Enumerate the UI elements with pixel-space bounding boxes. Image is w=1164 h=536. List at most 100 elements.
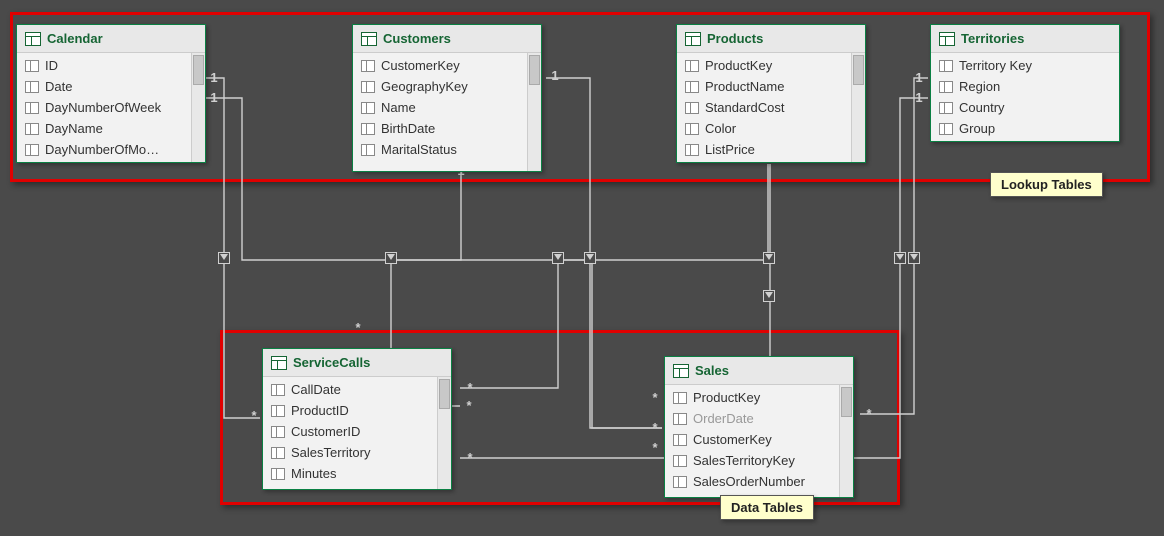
column-icon (361, 123, 375, 135)
field-item[interactable]: ProductKey (665, 387, 839, 408)
field-list: CallDate ProductID CustomerID SalesTerri… (263, 377, 437, 489)
field-item[interactable]: ProductID (263, 400, 437, 421)
scrollbar[interactable] (851, 53, 865, 162)
table-header[interactable]: Territories (931, 25, 1119, 53)
column-icon (361, 144, 375, 156)
table-icon (25, 32, 41, 46)
field-item[interactable]: CallDate (263, 379, 437, 400)
scrollbar[interactable] (191, 53, 205, 162)
cardinality-one: 1 (912, 90, 926, 105)
scroll-thumb[interactable] (193, 55, 204, 85)
field-item[interactable]: DayNumberOfMo… (17, 139, 191, 160)
filter-direction-icon (894, 252, 906, 264)
column-icon (939, 102, 953, 114)
data-tables-label: Data Tables (720, 495, 814, 520)
table-icon (673, 364, 689, 378)
field-item[interactable]: CustomerID (263, 421, 437, 442)
field-item-inactive[interactable]: OrderDate (665, 408, 839, 429)
field-item[interactable]: StandardCost (677, 97, 851, 118)
filter-direction-icon (763, 290, 775, 302)
field-item[interactable]: CustomerKey (665, 429, 839, 450)
scroll-thumb[interactable] (439, 379, 450, 409)
scroll-thumb[interactable] (853, 55, 864, 85)
field-item[interactable]: SalesOrderNumber (665, 471, 839, 492)
cardinality-one: 1 (207, 70, 221, 85)
column-icon (673, 434, 687, 446)
field-item[interactable]: Date (17, 76, 191, 97)
field-item[interactable]: ProductKey (677, 55, 851, 76)
table-header[interactable]: Customers (353, 25, 541, 53)
column-icon (25, 81, 39, 93)
field-item[interactable]: ListPrice (677, 139, 851, 160)
column-icon (673, 413, 687, 425)
field-item[interactable]: DayNumberOfWeek (17, 97, 191, 118)
column-icon (685, 144, 699, 156)
scroll-thumb[interactable] (841, 387, 852, 417)
column-icon (685, 102, 699, 114)
table-territories[interactable]: Territories Territory Key Region Country… (930, 24, 1120, 142)
filter-direction-icon (908, 252, 920, 264)
scrollbar[interactable] (437, 377, 451, 489)
table-header[interactable]: Sales (665, 357, 853, 385)
field-item[interactable]: Region (931, 76, 1119, 97)
filter-direction-icon (584, 252, 596, 264)
field-item[interactable]: Name (353, 97, 527, 118)
field-list: Territory Key Region Country Group (931, 53, 1119, 141)
table-sales[interactable]: Sales ProductKey OrderDate CustomerKey S… (664, 356, 854, 498)
table-title: Sales (695, 363, 729, 378)
field-item[interactable]: Territory Key (931, 55, 1119, 76)
table-title: Calendar (47, 31, 103, 46)
cardinality-many: * (648, 440, 662, 455)
column-icon (25, 144, 39, 156)
field-item[interactable]: SalesTerritoryKey (665, 450, 839, 471)
field-item[interactable]: BirthDate (353, 118, 527, 139)
table-products[interactable]: Products ProductKey ProductName Standard… (676, 24, 866, 163)
model-canvas[interactable]: 1 1 1 1 1 1 * * * * * * * * * Calendar I… (0, 0, 1164, 536)
field-item[interactable]: Minutes (263, 463, 437, 484)
field-list: CustomerKey GeographyKey Name BirthDate … (353, 53, 527, 171)
filter-direction-icon (552, 252, 564, 264)
column-icon (271, 405, 285, 417)
field-item[interactable]: CustomerKey (353, 55, 527, 76)
scrollbar[interactable] (839, 385, 853, 497)
table-title: Territories (961, 31, 1024, 46)
cardinality-many: * (462, 398, 476, 413)
cardinality-many: * (648, 390, 662, 405)
field-item[interactable]: ID (17, 55, 191, 76)
filter-direction-icon (385, 252, 397, 264)
cardinality-many: * (648, 420, 662, 435)
scroll-thumb[interactable] (529, 55, 540, 85)
column-icon (271, 447, 285, 459)
column-icon (271, 468, 285, 480)
scrollbar[interactable] (527, 53, 541, 171)
table-header[interactable]: Calendar (17, 25, 205, 53)
column-icon (939, 60, 953, 72)
table-header[interactable]: Products (677, 25, 865, 53)
table-icon (361, 32, 377, 46)
field-item[interactable]: GeographyKey (353, 76, 527, 97)
table-servicecalls[interactable]: ServiceCalls CallDate ProductID Customer… (262, 348, 452, 490)
field-item[interactable]: MaritalStatus (353, 139, 527, 160)
filter-direction-icon (763, 252, 775, 264)
table-title: Products (707, 31, 763, 46)
column-icon (25, 60, 39, 72)
table-header[interactable]: ServiceCalls (263, 349, 451, 377)
cardinality-many: * (247, 408, 261, 423)
field-item[interactable]: Color (677, 118, 851, 139)
table-calendar[interactable]: Calendar ID Date DayNumberOfWeek DayName… (16, 24, 206, 163)
cardinality-many: * (463, 380, 477, 395)
column-icon (25, 123, 39, 135)
column-icon (939, 123, 953, 135)
cardinality-many: * (463, 450, 477, 465)
field-item[interactable]: Country (931, 97, 1119, 118)
cardinality-many: * (351, 320, 365, 335)
table-customers[interactable]: Customers CustomerKey GeographyKey Name … (352, 24, 542, 172)
column-icon (361, 81, 375, 93)
filter-direction-icon (218, 252, 230, 264)
field-item[interactable]: ProductName (677, 76, 851, 97)
field-item[interactable]: DayName (17, 118, 191, 139)
table-title: Customers (383, 31, 451, 46)
field-item[interactable]: SalesTerritory (263, 442, 437, 463)
field-item[interactable]: Group (931, 118, 1119, 139)
cardinality-many: * (862, 406, 876, 421)
